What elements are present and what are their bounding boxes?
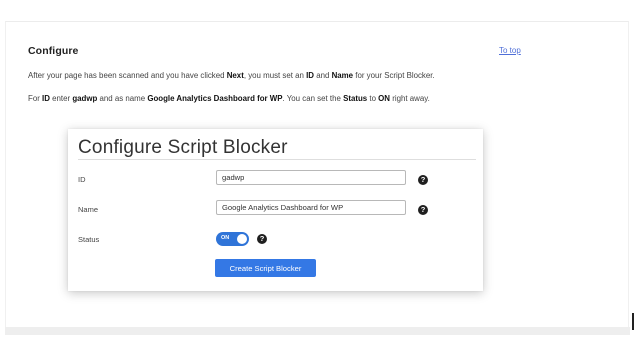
bold-text: ON <box>378 94 390 103</box>
question-circle-icon[interactable]: ? <box>257 234 267 244</box>
text: to <box>367 94 379 103</box>
id-input[interactable] <box>216 170 406 185</box>
toggle-knob <box>237 234 247 244</box>
text: . You can set the <box>282 94 344 103</box>
text: right away. <box>390 94 430 103</box>
instruction-paragraph-2: For ID enter gadwp and as name Google An… <box>28 94 430 103</box>
bold-text: Next <box>226 71 244 80</box>
bold-text: Google Analytics Dashboard for WP <box>147 94 283 103</box>
bold-text: ID <box>306 71 315 80</box>
text-cursor <box>632 313 634 330</box>
status-toggle[interactable]: ON <box>216 232 249 246</box>
title-divider <box>78 159 476 160</box>
question-circle-icon[interactable]: ? <box>418 175 428 185</box>
name-input[interactable] <box>216 200 406 215</box>
text: , you must set an <box>243 71 307 80</box>
create-script-blocker-button[interactable]: Create Script Blocker <box>215 259 316 277</box>
status-label: Status <box>78 235 100 244</box>
text: After your page has been scanned and you… <box>28 71 227 80</box>
page: Configure To top After your page has bee… <box>0 0 641 358</box>
question-circle-icon[interactable]: ? <box>418 205 428 215</box>
text: For <box>28 94 43 103</box>
to-top-link[interactable]: To top <box>499 46 521 55</box>
bold-text: Status <box>343 94 368 103</box>
text: enter <box>49 94 73 103</box>
section-divider <box>5 327 630 335</box>
name-label: Name <box>78 205 99 214</box>
bold-text: gadwp <box>72 94 98 103</box>
screenshot-title: Configure Script Blocker <box>78 137 288 158</box>
text: and <box>314 71 332 80</box>
instruction-paragraph-1: After your page has been scanned and you… <box>28 71 435 80</box>
bold-text: Name <box>331 71 354 80</box>
section-title: Configure <box>28 45 79 57</box>
configure-script-blocker-screenshot: Configure Script Blocker ID ? Name ? Sta… <box>68 129 483 291</box>
toggle-on-text: ON <box>221 235 230 241</box>
text: for your Script Blocker. <box>353 71 435 80</box>
bold-text: ID <box>42 94 50 103</box>
text: and as name <box>97 94 148 103</box>
id-label: ID <box>78 175 86 184</box>
